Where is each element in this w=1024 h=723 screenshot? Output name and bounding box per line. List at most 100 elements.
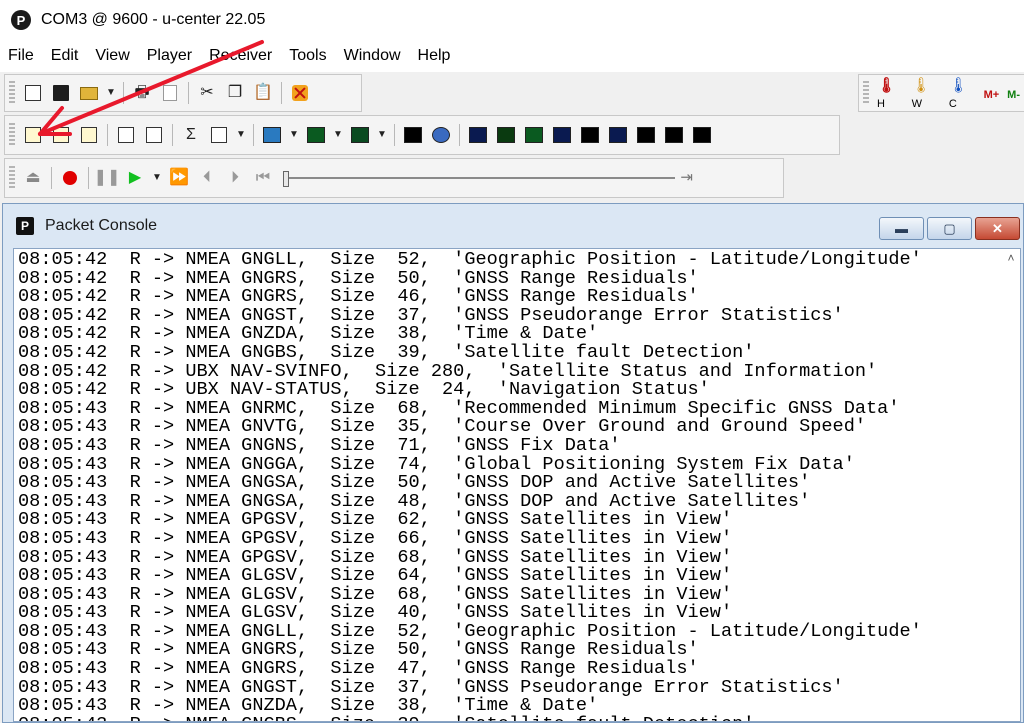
receiver-toolbar: 🌡H 🌡W 🌡C M+ M- [858, 74, 1024, 112]
player-toolbar: ⏏ ❚❚ ▶ ▼ ⏩ ⏴ ⏵ ⏮ ⇥ [4, 158, 784, 198]
warm-start-icon[interactable]: 🌡W [912, 76, 941, 111]
app-titlebar: P COM3 @ 9600 - u-center 22.05 [0, 0, 1024, 40]
copy-icon[interactable]: ❐ [224, 82, 246, 104]
packet-console-log[interactable]: 08:05:42 R -> NMEA GNGLL, Size 52, 'Geog… [13, 248, 1021, 722]
menu-receiver[interactable]: Receiver [200, 47, 280, 65]
new-view-hex-icon[interactable] [78, 124, 100, 146]
playback-position-slider[interactable]: ⇥ [283, 168, 693, 187]
hot-start-icon[interactable]: 🌡H [877, 76, 904, 111]
close-button[interactable]: ✕ [975, 217, 1020, 240]
menu-help[interactable]: Help [409, 47, 459, 65]
cross-view-icon[interactable] [635, 124, 657, 146]
toolbar-separator [459, 124, 460, 146]
toolbar-grip[interactable] [9, 166, 15, 190]
chart-dropdown-icon[interactable]: ▼ [331, 124, 345, 146]
toolbar-separator [88, 167, 89, 189]
menu-tools[interactable]: Tools [280, 47, 334, 65]
compass-view-icon[interactable] [467, 124, 489, 146]
print-preview-icon[interactable] [159, 82, 181, 104]
menu-file[interactable]: File [0, 47, 42, 65]
play-dropdown-icon[interactable]: ▼ [150, 167, 164, 189]
log-line: 08:05:42 R -> NMEA GNGLL, Size 52, 'Geog… [18, 249, 922, 270]
histogram-view-icon[interactable] [349, 124, 371, 146]
open-dropdown-icon[interactable]: ▼ [104, 82, 118, 104]
toolbar-separator [172, 124, 173, 146]
toolbar-grip[interactable] [9, 81, 15, 105]
message-add-icon[interactable]: M+ [984, 85, 1000, 102]
close-icon: ✕ [992, 220, 1003, 236]
step-forward-icon[interactable]: ⏵ [224, 167, 246, 189]
log-line: 08:05:43 R -> NMEA GPGSV, Size 66, 'GNSS… [18, 527, 733, 549]
tile-view-icon[interactable] [115, 124, 137, 146]
new-file-icon[interactable] [22, 82, 44, 104]
toolbar-grip[interactable] [9, 123, 15, 147]
toolbar-separator [281, 82, 282, 104]
clear-icon[interactable] [289, 82, 311, 104]
toolbar-separator [107, 124, 108, 146]
paste-icon[interactable]: 📋 [252, 82, 274, 104]
satellite-map-icon[interactable] [691, 124, 713, 146]
save-icon[interactable] [50, 82, 72, 104]
open-folder-icon[interactable] [78, 82, 100, 104]
log-line: 08:05:42 R -> NMEA GNGBS, Size 39, 'Sate… [18, 341, 755, 363]
log-line: 08:05:42 R -> NMEA GNGRS, Size 46, 'GNSS… [18, 286, 699, 308]
map-view-icon[interactable] [261, 124, 283, 146]
chart-view-icon[interactable] [305, 124, 327, 146]
map-dropdown-icon[interactable]: ▼ [287, 124, 301, 146]
u-center-logo-icon: P [11, 10, 31, 30]
menu-bar: File Edit View Player Receiver Tools Win… [0, 40, 1024, 72]
statistics-icon[interactable]: Σ [180, 124, 202, 146]
packet-console-titlebar[interactable]: P Packet Console [3, 204, 1023, 248]
menu-player[interactable]: Player [138, 47, 200, 65]
pause-icon[interactable]: ❚❚ [94, 167, 121, 189]
minimize-icon: ▬ [895, 221, 908, 236]
print-icon[interactable]: 🖶 [131, 82, 153, 104]
scroll-up-arrow-icon[interactable]: ˄ [1004, 251, 1018, 265]
toolbar-separator [123, 82, 124, 104]
slider-thumb[interactable] [283, 171, 289, 187]
menu-edit[interactable]: Edit [42, 47, 87, 65]
level-view-icon[interactable] [523, 124, 545, 146]
views-toolbar: Σ ▼ ▼ ▼ ▼ [4, 115, 840, 155]
toolbar-separator [394, 124, 395, 146]
fast-forward-icon[interactable]: ⏩ [168, 167, 190, 189]
minimize-button[interactable]: ▬ [879, 217, 924, 240]
rewind-to-start-icon[interactable]: ⏮ [252, 167, 274, 189]
split-view-icon[interactable] [143, 124, 165, 146]
message-remove-icon[interactable]: M- [1007, 85, 1020, 102]
clock-view-icon[interactable] [663, 124, 685, 146]
deviation-map-icon[interactable] [402, 124, 424, 146]
log-line: 08:05:42 R -> UBX NAV-STATUS, Size 24, '… [18, 379, 710, 401]
toolbar-grip[interactable] [863, 81, 869, 105]
packet-console-logo-icon: P [16, 217, 34, 235]
cold-start-icon[interactable]: 🌡C [949, 76, 976, 111]
signal-view-icon[interactable] [495, 124, 517, 146]
log-line: 08:05:43 R -> NMEA GNGRS, Size 47, 'GNSS… [18, 658, 699, 680]
table-view-icon[interactable] [208, 124, 230, 146]
toolbar-separator [253, 124, 254, 146]
sky-view-icon[interactable] [430, 124, 452, 146]
menu-view[interactable]: View [86, 47, 137, 65]
play-icon[interactable]: ▶ [124, 167, 146, 189]
record-icon[interactable] [59, 167, 81, 189]
toolbar-separator [51, 167, 52, 189]
log-line: 08:05:43 R -> NMEA GNGSA, Size 50, 'GNSS… [18, 472, 811, 494]
eject-icon[interactable]: ⏏ [22, 167, 44, 189]
maximize-button[interactable]: ▢ [927, 217, 972, 240]
star-view-icon[interactable] [607, 124, 629, 146]
vertical-scrollbar[interactable]: ˄ [1002, 249, 1020, 721]
standard-toolbar: ▼ 🖶 ✂ ❐ 📋 [4, 74, 362, 112]
log-line: 08:05:43 R -> NMEA GNGNS, Size 71, 'GNSS… [18, 434, 621, 456]
cut-icon[interactable]: ✂ [196, 82, 218, 104]
table-dropdown-icon[interactable]: ▼ [234, 124, 248, 146]
new-view-text-icon[interactable] [50, 124, 72, 146]
skip-to-end-icon[interactable]: ⇥ [680, 168, 693, 186]
satellite-view-icon[interactable] [551, 124, 573, 146]
new-view-icon[interactable] [22, 124, 44, 146]
step-back-icon[interactable]: ⏴ [196, 167, 218, 189]
slider-track [289, 177, 675, 179]
histogram-dropdown-icon[interactable]: ▼ [375, 124, 389, 146]
data-view-icon[interactable] [579, 124, 601, 146]
toolbar-area: ▼ 🖶 ✂ ❐ 📋 🌡H 🌡W 🌡C M+ M- Σ ▼ ▼ ▼ ▼ ⏏ ❚❚ … [0, 72, 1024, 202]
menu-window[interactable]: Window [335, 47, 409, 65]
